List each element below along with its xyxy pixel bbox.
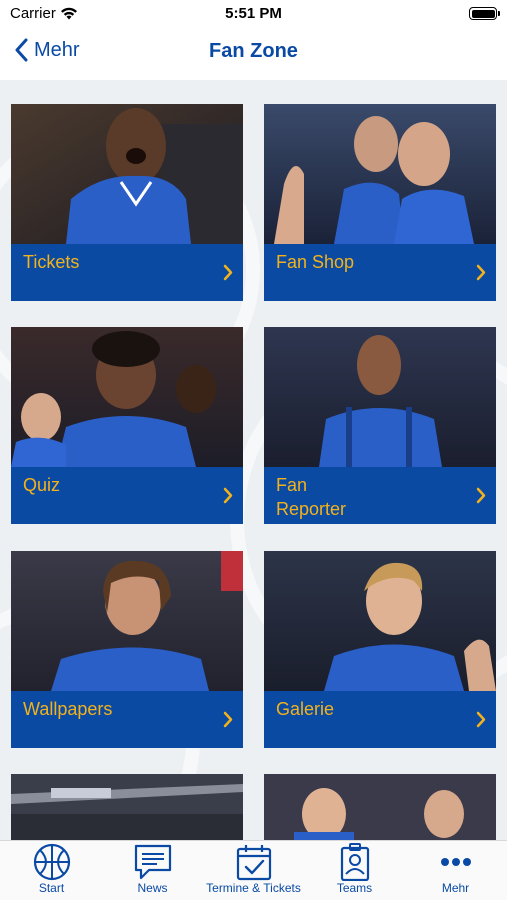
tickets-label-bar: Tickets — [11, 244, 243, 301]
tile-tickets[interactable]: Tickets — [11, 104, 243, 301]
tile-label: Galerie — [276, 699, 335, 719]
status-bar: Carrier 5:51 PM — [0, 0, 507, 28]
tab-start[interactable]: Start — [1, 843, 102, 899]
tile-wallpapers[interactable]: Wallpapers — [11, 551, 243, 748]
chevron-right-icon — [223, 487, 233, 504]
page-title: Fan Zone — [209, 40, 298, 62]
tile-quiz[interactable]: Quiz — [11, 327, 243, 524]
tab-label: Termine & Tickets — [206, 881, 301, 895]
id-badge-icon — [340, 843, 369, 881]
tile-label: Fan Reporter — [276, 475, 347, 519]
tab-label: News — [137, 881, 168, 895]
tab-label: Teams — [336, 881, 373, 895]
chevron-right-icon — [223, 711, 233, 728]
tile-label: Wallpapers — [23, 699, 113, 719]
team-photo — [264, 774, 496, 840]
tile-label: Quiz — [23, 475, 61, 495]
status-time: 5:51 PM — [225, 5, 282, 22]
battery-icon — [469, 7, 500, 20]
wallpapers-photo — [11, 551, 243, 691]
tab-label: Start — [38, 881, 65, 895]
tab-news[interactable]: News — [102, 843, 203, 899]
galerie-label-bar: Galerie — [264, 691, 496, 748]
quiz-label-bar: Quiz — [11, 467, 243, 524]
tile-label: Tickets — [23, 252, 80, 272]
fan-shop-label-bar: Fan Shop — [264, 244, 496, 301]
wallpapers-label-bar: Wallpapers — [11, 691, 243, 748]
tab-termine-tickets[interactable]: Termine & Tickets — [203, 843, 304, 899]
chevron-right-icon — [476, 487, 486, 504]
navigation-bar: Mehr Fan Zone — [0, 28, 507, 78]
fan-zone-grid[interactable]: Tickets Fan Shop Quiz Fan Reporter Wallp… — [0, 80, 507, 840]
tile-team-partial[interactable] — [264, 774, 496, 840]
calendar-check-icon — [236, 845, 271, 881]
chat-bubble-icon — [134, 844, 171, 880]
fan-shop-photo — [264, 104, 496, 244]
tile-fan-shop[interactable]: Fan Shop — [264, 104, 496, 301]
arena-photo — [11, 774, 243, 840]
galerie-photo — [264, 551, 496, 691]
tab-bar: Start News Termine & Tickets Teams Mehr — [0, 840, 507, 900]
tile-fan-reporter[interactable]: Fan Reporter — [264, 327, 496, 524]
fan-reporter-photo — [264, 327, 496, 467]
more-dots-icon — [440, 858, 471, 866]
tab-mehr[interactable]: Mehr — [405, 843, 506, 899]
quiz-photo — [11, 327, 243, 467]
fan-reporter-label-bar: Fan Reporter — [264, 467, 496, 524]
tile-label: Fan Shop — [276, 252, 355, 272]
tile-arena-partial[interactable] — [11, 774, 243, 840]
tickets-photo — [11, 104, 243, 244]
tab-teams[interactable]: Teams — [304, 843, 405, 899]
tab-label: Mehr — [441, 881, 470, 895]
basketball-icon — [33, 843, 70, 881]
chevron-right-icon — [476, 264, 486, 281]
tile-galerie[interactable]: Galerie — [264, 551, 496, 748]
chevron-right-icon — [223, 264, 233, 281]
chevron-right-icon — [476, 711, 486, 728]
